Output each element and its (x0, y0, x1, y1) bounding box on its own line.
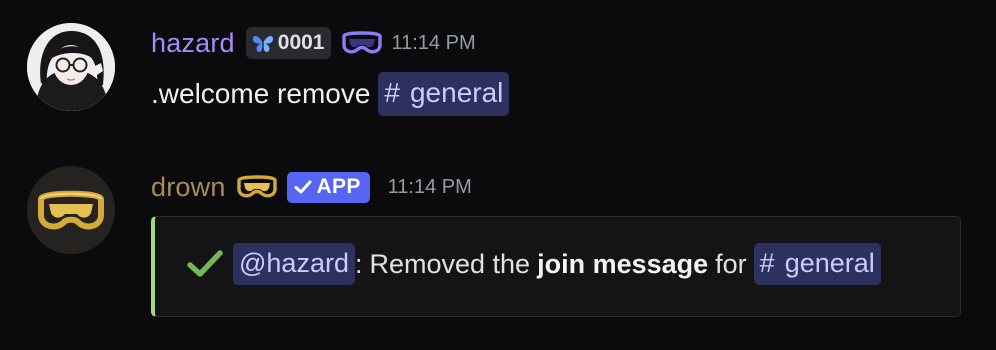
embed-separator: : (354, 248, 363, 279)
user-mention[interactable]: @hazard (233, 243, 355, 285)
message-header: hazard 0001 11:14 PM (151, 25, 476, 61)
avatar-image (27, 23, 115, 111)
app-badge-label: APP (316, 175, 361, 198)
message-hazard: hazard 0001 11:14 PM .welcome remove # g… (0, 0, 996, 140)
hash-icon: # (384, 77, 400, 108)
embed-text-after: for (715, 248, 747, 279)
goggles-icon (27, 166, 115, 254)
embed: @hazard : Removed the join message for #… (151, 216, 961, 317)
app-badge: APP (286, 171, 370, 203)
avatar[interactable] (27, 23, 115, 111)
timestamp: 11:14 PM (391, 31, 476, 54)
channel-mention[interactable]: # general (753, 243, 881, 285)
message-header: drown APP 11:14 PM (151, 169, 472, 205)
message-text: .welcome remove (151, 78, 371, 109)
channel-name: general (409, 77, 504, 108)
butterfly-icon (252, 35, 273, 53)
avatar[interactable] (27, 166, 115, 254)
channel-name: general (784, 247, 875, 278)
embed-description: @hazard : Removed the join message for #… (187, 243, 881, 285)
checkmark-icon (187, 250, 223, 278)
server-tag-text: 0001 (277, 31, 325, 54)
username[interactable]: drown (151, 172, 226, 203)
hash-icon: # (759, 247, 775, 278)
goggles-icon[interactable] (341, 30, 383, 56)
embed-text-before: Removed the (369, 248, 531, 279)
message-content: .welcome remove # general (151, 72, 510, 116)
embed-bold-text: join message (537, 248, 709, 279)
goggles-icon[interactable] (236, 174, 278, 200)
message-drown: drown APP 11:14 PM @hazard : Removed the… (0, 140, 996, 350)
server-tag-badge[interactable]: 0001 (245, 27, 332, 59)
verified-check-icon (294, 180, 312, 194)
username[interactable]: hazard (151, 28, 235, 59)
channel-mention[interactable]: # general (378, 72, 510, 116)
timestamp: 11:14 PM (387, 175, 472, 198)
